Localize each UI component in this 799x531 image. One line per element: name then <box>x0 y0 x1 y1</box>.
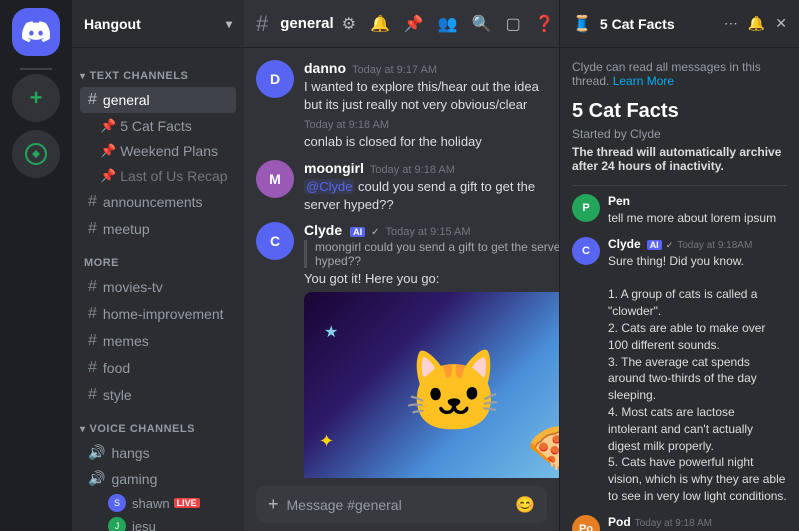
members-icon[interactable]: 👥 <box>438 14 458 34</box>
channel-item-movies-tv[interactable]: # movies-tv <box>80 274 236 300</box>
message-text: @Clyde could you send a gift to get the … <box>304 178 547 214</box>
search-icon[interactable]: 🔍 <box>472 14 492 34</box>
message-input[interactable]: Message #general <box>287 497 508 513</box>
channel-item-home-improvement[interactable]: # home-improvement <box>80 301 236 327</box>
ai-badge: AI <box>647 240 662 250</box>
thread-actions: ⋯ 🔔 ✕ <box>724 15 787 32</box>
text-channels-header[interactable]: ▾ TEXT CHANNELS <box>72 56 244 86</box>
main-area: # general ⚙ 🔔 📌 👥 🔍 ▢ ❓ D danno Today at… <box>244 0 559 531</box>
voice-member-shawn[interactable]: S shawn LIVE <box>80 492 236 514</box>
message-input-box: + Message #general 😊 <box>256 486 547 523</box>
quote-block: moongirl could you send a gift to get th… <box>304 240 559 268</box>
voice-channels-header[interactable]: ▾ VOICE CHANNELS <box>72 409 244 439</box>
pin-icon[interactable]: 📌 <box>404 14 424 34</box>
thread-big-title: 5 Cat Facts <box>572 100 787 123</box>
message-text: conlab is closed for the holiday <box>304 133 547 151</box>
thread-content: Clyde can read all messages in this thre… <box>560 48 799 531</box>
thread-panel: 🧵 5 Cat Facts ⋯ 🔔 ✕ Clyde can read all m… <box>559 0 799 531</box>
thread-avatar: Po <box>572 515 600 531</box>
channel-hash-icon: # <box>256 11 268 37</box>
username: danno <box>304 60 346 76</box>
thread-started-by: Started by Clyde <box>572 127 787 141</box>
notification-icon[interactable]: 🔔 <box>370 14 390 34</box>
more-label: MORE <box>72 243 244 273</box>
help-icon[interactable]: ❓ <box>535 14 555 34</box>
server-sidebar: + <box>0 0 72 531</box>
thread-panel-title: 5 Cat Facts <box>600 16 675 32</box>
channel-item-food[interactable]: # food <box>80 355 236 381</box>
thread-header: 🧵 5 Cat Facts ⋯ 🔔 ✕ <box>560 0 799 48</box>
ai-badge: AI <box>350 227 365 237</box>
thread-username: Clyde <box>608 237 641 251</box>
text-channels-arrow: ▾ <box>80 71 86 82</box>
thread-divider <box>572 185 787 186</box>
message-group: M moongirl Today at 9:18 AM @Clyde could… <box>244 156 559 218</box>
channel-item-weekend-plans[interactable]: 📌 Weekend Plans <box>80 139 236 163</box>
channel-sidebar: Hangout ▾ ▾ TEXT CHANNELS # general 📌 5 … <box>72 0 244 531</box>
voice-channel-gaming[interactable]: 🔊 gaming <box>80 466 236 491</box>
avatar: M <box>256 160 294 198</box>
message-group: C Clyde AI ✓ Today at 9:15 AM moongirl c… <box>244 218 559 478</box>
inbox-icon[interactable]: ▢ <box>506 14 521 34</box>
attach-icon[interactable]: + <box>268 494 279 515</box>
avatar: D <box>256 60 294 98</box>
username: moongirl <box>304 160 364 176</box>
server-icon-explore[interactable] <box>12 130 60 178</box>
channel-name: general <box>280 15 333 32</box>
timestamp: Today at 9:18 AM <box>304 119 389 131</box>
username: Clyde <box>304 222 342 238</box>
timestamp: Today at 9:17 AM <box>352 64 437 76</box>
message-group: Today at 9:18 AM conlab is closed for th… <box>244 118 559 155</box>
thread-avatar: P <box>572 194 600 222</box>
thread-bell-icon[interactable]: 🔔 <box>748 15 765 32</box>
thread-timestamp: Today at 9:18AM <box>677 240 752 251</box>
thread-info-bar: Clyde can read all messages in this thre… <box>572 60 787 88</box>
thread-message: C Clyde AI ✓ Today at 9:18AM Sure thing!… <box>572 237 787 505</box>
channel-item-meetup[interactable]: # meetup <box>80 216 236 242</box>
threads-icon[interactable]: ⚙ <box>342 14 356 34</box>
message-text: I wanted to explore this/hear out the id… <box>304 78 547 114</box>
learn-more-link[interactable]: Learn More <box>613 74 674 88</box>
cat-image: 🐱 🍕 ✦ ★ ✦ <box>304 292 559 478</box>
thread-username: Pen <box>608 194 630 208</box>
channel-item-last-recap[interactable]: 📌 Last of Us Recap <box>80 164 236 188</box>
server-icon-add[interactable]: + <box>12 74 60 122</box>
emoji-icon[interactable]: 😊 <box>515 495 535 515</box>
thread-text: tell me more about lorem ipsum <box>608 210 787 227</box>
thread-username: Pod <box>608 515 631 529</box>
channel-item-5catfacts[interactable]: 📌 5 Cat Facts <box>80 114 236 138</box>
server-divider <box>20 68 52 70</box>
thread-archive-note: The thread will automatically archive af… <box>572 145 787 173</box>
timestamp: Today at 9:18 AM <box>370 164 455 176</box>
thread-message: Po Pod Today at 9:18 AM what are the bes… <box>572 515 787 531</box>
channel-item-style[interactable]: # style <box>80 382 236 408</box>
message-group: D danno Today at 9:17 AM I wanted to exp… <box>244 56 559 118</box>
voice-member-jesu[interactable]: J jesu <box>80 515 236 531</box>
thread-message: P Pen tell me more about lorem ipsum <box>572 194 787 227</box>
channel-item-memes[interactable]: # memes <box>80 328 236 354</box>
thread-avatar: C <box>572 237 600 265</box>
thread-text: Sure thing! Did you know. 1. A group of … <box>608 253 787 505</box>
thread-close-icon[interactable]: ✕ <box>775 15 787 32</box>
thread-more-icon[interactable]: ⋯ <box>724 15 738 32</box>
thread-timestamp: Today at 9:18 AM <box>635 518 712 529</box>
channels-list: ▾ TEXT CHANNELS # general 📌 5 Cat Facts … <box>72 48 244 531</box>
server-name-bar[interactable]: Hangout ▾ <box>72 0 244 48</box>
server-icon-discord[interactable] <box>12 8 60 56</box>
avatar: C <box>256 222 294 260</box>
timestamp: Today at 9:15 AM <box>386 226 471 238</box>
server-chevron: ▾ <box>226 17 232 31</box>
channel-header: # general ⚙ 🔔 📌 👥 🔍 ▢ ❓ <box>244 0 559 48</box>
input-area: + Message #general 😊 <box>244 478 559 531</box>
server-name: Hangout <box>84 16 141 32</box>
channel-toolbar: ⚙ 🔔 📌 👥 🔍 ▢ ❓ <box>342 14 555 34</box>
messages-area[interactable]: D danno Today at 9:17 AM I wanted to exp… <box>244 48 559 478</box>
voice-channel-hangs[interactable]: 🔊 hangs <box>80 440 236 465</box>
channel-item-general[interactable]: # general <box>80 87 236 113</box>
channel-item-announcements[interactable]: # announcements <box>80 189 236 215</box>
thread-icon: 🧵 <box>572 14 592 34</box>
message-text: You got it! Here you go: <box>304 270 559 288</box>
